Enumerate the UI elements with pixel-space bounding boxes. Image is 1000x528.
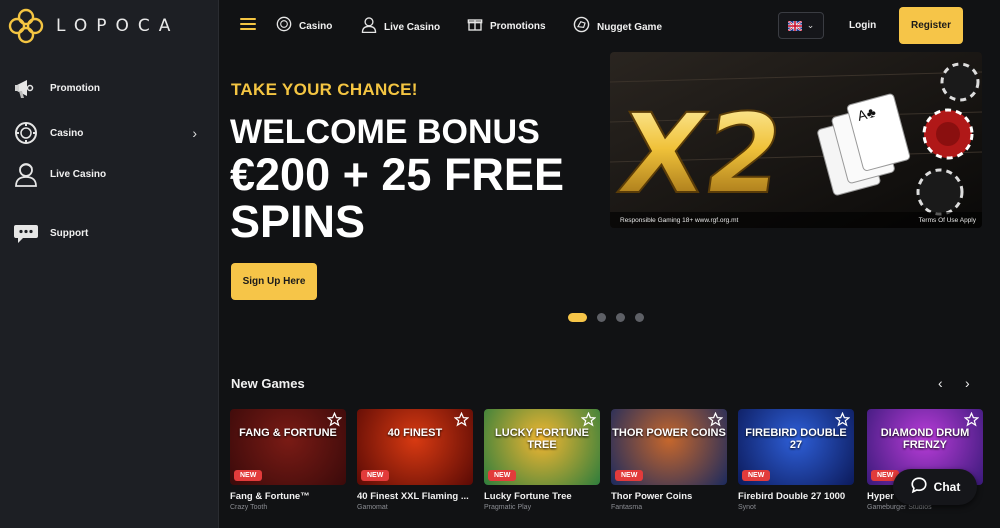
chevron-down-icon: ⌄ bbox=[806, 20, 815, 30]
chevron-right-icon[interactable]: › bbox=[965, 375, 970, 391]
gift-icon bbox=[467, 16, 483, 37]
new-badge: NEW bbox=[488, 470, 517, 481]
game-provider: Gamomat bbox=[357, 504, 388, 511]
game-name: Thor Power Coins bbox=[611, 491, 693, 502]
favorite-star-icon[interactable] bbox=[834, 411, 851, 427]
chat-label: Chat bbox=[933, 480, 961, 494]
sign-up-button[interactable]: Sign Up Here bbox=[231, 263, 317, 300]
nav-label: Casino bbox=[299, 21, 333, 32]
dealer-icon bbox=[12, 160, 40, 188]
game-name: Fang & Fortune™ bbox=[230, 491, 310, 502]
nav-label: Live Casino bbox=[384, 21, 441, 33]
carousel-dot-3[interactable] bbox=[616, 313, 625, 322]
chevron-left-icon[interactable]: ‹ bbox=[938, 375, 943, 391]
game-name: Lucky Fortune Tree bbox=[484, 491, 572, 502]
chip-icon bbox=[12, 119, 40, 147]
sidebar-item-label: Promotion bbox=[50, 82, 100, 94]
logo-icon bbox=[8, 8, 44, 44]
banner-art: X2 A♣ bbox=[610, 52, 982, 228]
game-art-title: 40 FINEST bbox=[387, 427, 443, 439]
sidebar-item-label: Support bbox=[50, 227, 89, 239]
responsible-gaming-text: Responsible Gaming 18+ www.rgf.org.mt bbox=[620, 216, 739, 224]
game-art-title: LUCKY FORTUNE TREE bbox=[495, 427, 589, 451]
sidebar-item-support[interactable]: Support bbox=[12, 218, 207, 248]
section-title: New Games bbox=[231, 376, 305, 391]
brand-name: LOPOCA bbox=[56, 16, 180, 36]
favorite-star-icon[interactable] bbox=[453, 411, 470, 427]
game-art-title: THOR POWER COINS bbox=[612, 427, 726, 439]
hero-bonus-amount: €200 + 25 FREE SPINS bbox=[230, 149, 564, 247]
carousel-dot-2[interactable] bbox=[597, 313, 606, 322]
nav-live-casino[interactable]: Live Casino bbox=[361, 16, 440, 38]
chip-icon bbox=[276, 16, 292, 37]
favorite-star-icon[interactable] bbox=[580, 411, 597, 427]
banner-headline: X2 bbox=[612, 90, 791, 218]
game-art-title: DIAMOND DRUM FRENZY bbox=[880, 427, 970, 451]
game-thumbnail[interactable]: THOR POWER COINS NEW bbox=[611, 409, 727, 485]
favorite-star-icon[interactable] bbox=[326, 411, 343, 427]
nav-label: Nugget Game bbox=[597, 21, 663, 33]
game-thumbnail[interactable]: FIREBIRD DOUBLE 27 NEW bbox=[738, 409, 854, 485]
hero-kicker: TAKE YOUR CHANCE! bbox=[231, 80, 418, 99]
favorite-star-icon[interactable] bbox=[707, 411, 724, 427]
sidebar-item-label: Casino bbox=[50, 127, 84, 139]
game-thumbnail[interactable]: 40 FINEST NEW bbox=[357, 409, 473, 485]
game-provider: Gameburger Studios bbox=[867, 504, 932, 511]
game-card[interactable]: 40 FINEST NEW 40 Finest XXL Flaming ... … bbox=[357, 409, 473, 511]
game-thumbnail[interactable]: FANG & FORTUNE NEW bbox=[230, 409, 346, 485]
megaphone-icon bbox=[12, 74, 40, 102]
game-card[interactable]: LUCKY FORTUNE TREE NEW Lucky Fortune Tre… bbox=[484, 409, 600, 511]
sidebar-item-live-casino[interactable]: Live Casino bbox=[12, 159, 207, 189]
game-art-title: FIREBIRD DOUBLE 27 bbox=[745, 427, 847, 451]
game-card[interactable]: THOR POWER COINS NEW Thor Power Coins Fa… bbox=[611, 409, 727, 511]
nav-label: Promotions bbox=[490, 21, 546, 32]
nav-nugget-game[interactable]: Nugget Game bbox=[573, 16, 662, 38]
new-badge: NEW bbox=[742, 470, 771, 481]
carousel-dot-4[interactable] bbox=[635, 313, 644, 322]
casino-page: LOPOCA Promotion Casino › Live Casino Su… bbox=[0, 0, 1000, 528]
top-bar: Casino Live Casino Promotions Nugget Gam… bbox=[220, 0, 1000, 52]
game-provider: Synot bbox=[738, 504, 756, 511]
new-badge: NEW bbox=[234, 470, 263, 481]
hero-banner[interactable]: X2 A♣ Responsible Gaming 18+ www.rgf.org… bbox=[610, 52, 982, 228]
sidebar: LOPOCA Promotion Casino › Live Casino Su… bbox=[0, 0, 219, 528]
chat-bubble-icon bbox=[12, 219, 40, 247]
banner-footer: Responsible Gaming 18+ www.rgf.org.mt Te… bbox=[610, 212, 982, 228]
carousel-dot-1[interactable] bbox=[568, 313, 587, 322]
register-button[interactable]: Register bbox=[899, 7, 963, 44]
sidebar-item-label: Live Casino bbox=[50, 168, 107, 180]
new-badge: NEW bbox=[361, 470, 390, 481]
nugget-icon bbox=[573, 16, 590, 38]
game-name: Firebird Double 27 1000 bbox=[738, 491, 846, 502]
game-card[interactable]: FIREBIRD DOUBLE 27 NEW Firebird Double 2… bbox=[738, 409, 854, 511]
game-art-title: FANG & FORTUNE bbox=[239, 427, 337, 439]
game-thumbnail[interactable]: LUCKY FORTUNE TREE NEW bbox=[484, 409, 600, 485]
new-badge: NEW bbox=[615, 470, 644, 481]
sidebar-item-promotion[interactable]: Promotion bbox=[12, 73, 207, 103]
hero-title: WELCOME BONUS bbox=[230, 113, 540, 151]
menu-icon[interactable] bbox=[240, 18, 256, 32]
language-selector[interactable]: ⌄ bbox=[778, 12, 824, 39]
game-provider: Pragmatic Play bbox=[484, 504, 532, 511]
chevron-right-icon[interactable]: › bbox=[192, 125, 197, 141]
carousel-dots bbox=[568, 313, 654, 322]
chat-button[interactable]: Chat bbox=[893, 469, 977, 505]
nav-promotions[interactable]: Promotions bbox=[467, 16, 546, 37]
game-provider: Crazy Tooth bbox=[230, 504, 268, 511]
game-card[interactable]: FANG & FORTUNE NEW Fang & Fortune™ Crazy… bbox=[230, 409, 346, 511]
uk-flag-icon bbox=[787, 20, 802, 31]
nav-casino[interactable]: Casino bbox=[276, 16, 332, 37]
terms-text[interactable]: Terms Of Use Apply bbox=[919, 217, 976, 224]
favorite-star-icon[interactable] bbox=[963, 411, 980, 427]
dealer-icon bbox=[361, 16, 377, 38]
game-provider: Fantasma bbox=[611, 504, 643, 511]
chat-bubble-icon bbox=[910, 476, 928, 499]
login-button[interactable]: Login bbox=[849, 20, 876, 31]
logo[interactable]: LOPOCA bbox=[8, 8, 179, 44]
sidebar-item-casino[interactable]: Casino › bbox=[12, 118, 207, 148]
game-name: 40 Finest XXL Flaming ... bbox=[357, 491, 469, 502]
